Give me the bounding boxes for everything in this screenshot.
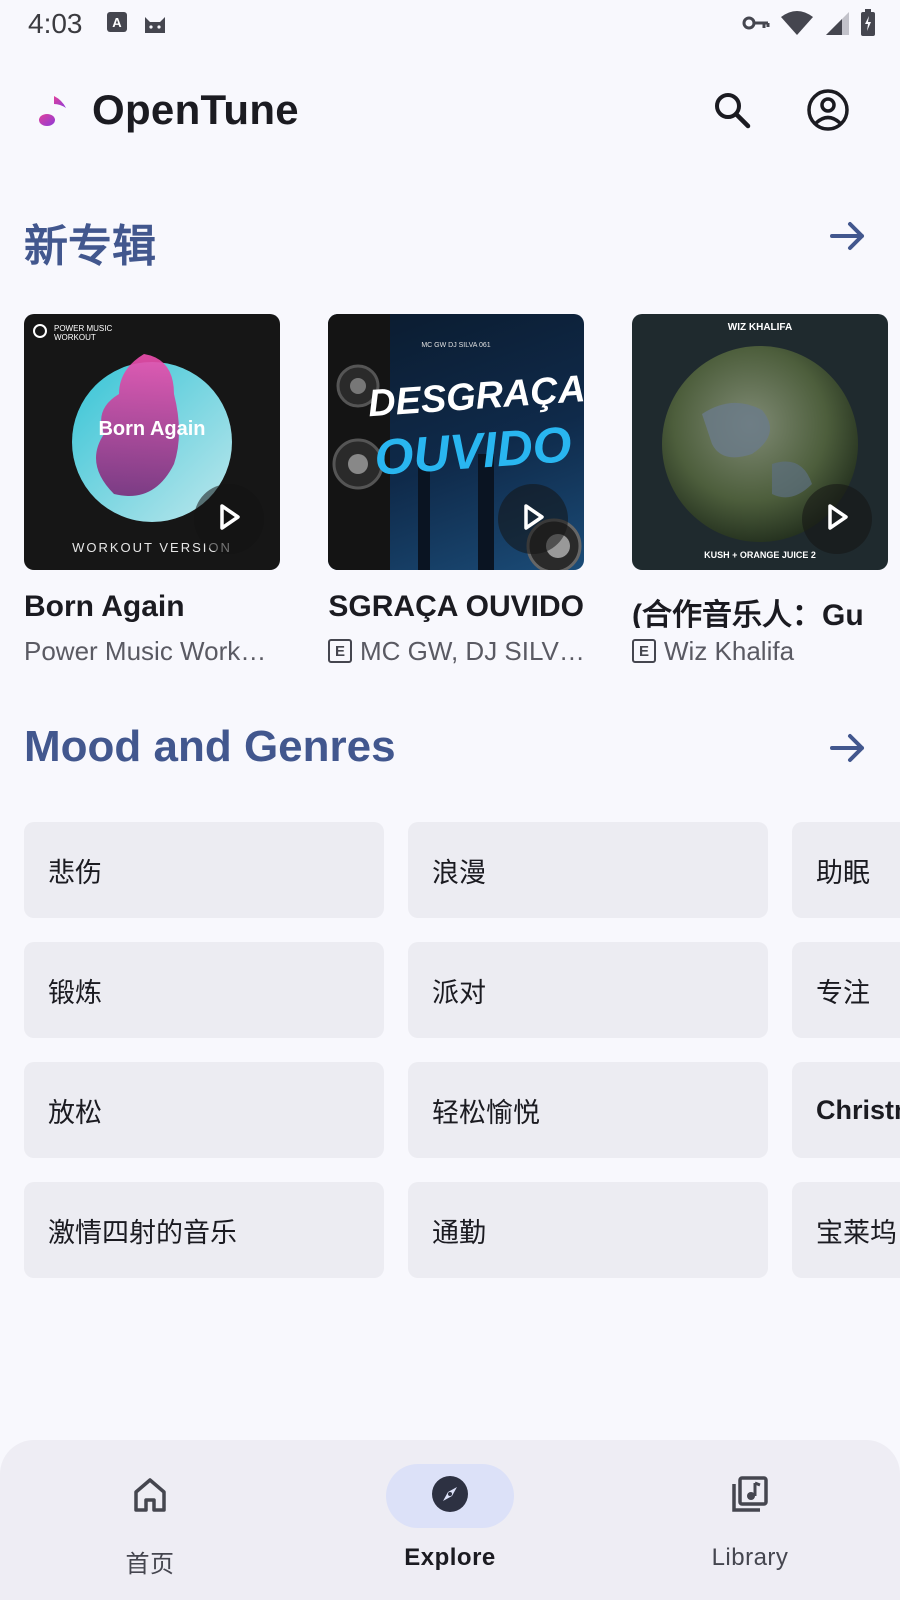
album-cover-top-text: MC GW DJ SILVA 061 (421, 342, 491, 349)
genre-label: 助眠 (816, 857, 870, 889)
album-cover[interactable]: MC GW DJ SILVA 061 DESGRAÇA OUVIDO (328, 314, 584, 570)
play-icon (518, 502, 548, 536)
album-title: (合作音乐人：Gu (632, 599, 864, 628)
genre-label: 宝莱坞 (816, 1217, 897, 1249)
genre-chip[interactable]: 专注 (792, 942, 900, 1038)
cat-notification-icon (142, 11, 168, 39)
music-note-logo (38, 92, 70, 134)
library-music-icon (730, 1474, 770, 1518)
genre-chip[interactable]: 锻炼 (24, 942, 384, 1038)
home-icon (130, 1474, 170, 1518)
explicit-badge: E (632, 639, 656, 663)
album-artist: MC GW, DJ SILV… (360, 635, 584, 666)
genre-chip[interactable]: 通勤 (408, 1182, 768, 1278)
mood-genres-header: Mood and Genres (0, 716, 900, 776)
album-artist: Power Music Work… (24, 635, 267, 666)
album-cover[interactable]: POWER MUSIC WORKOUT Born Again WORKOUT V… (24, 314, 280, 570)
font-notification-icon: A (106, 11, 128, 39)
account-icon (806, 88, 850, 136)
nav-item-explore[interactable]: Explore (300, 1440, 600, 1600)
genre-chip[interactable]: 轻松愉悦 (408, 1062, 768, 1158)
album-cover-top-text: WIZ KHALIFA (727, 322, 793, 333)
nav-pill (86, 1464, 214, 1528)
album-artist-row: E Wiz Khalifa (632, 634, 888, 668)
album-card[interactable]: POWER MUSIC WORKOUT Born Again WORKOUT V… (24, 314, 280, 668)
genre-chip[interactable]: Christmas (792, 1062, 900, 1158)
status-time: 4:03 (28, 8, 83, 39)
genre-chip[interactable]: 派对 (408, 942, 768, 1038)
search-icon (712, 90, 752, 134)
play-button[interactable] (498, 484, 568, 554)
album-card[interactable]: MC GW DJ SILVA 061 DESGRAÇA OUVIDO DESGR… (328, 314, 584, 668)
genre-label: 锻炼 (48, 977, 102, 1009)
app-header: OpenTune (0, 70, 900, 154)
wifi-icon (780, 10, 814, 40)
genre-label: 专注 (816, 977, 870, 1009)
battery-icon (860, 9, 876, 41)
genre-chip[interactable]: 激情四射的音乐 (24, 1182, 384, 1278)
search-button[interactable] (708, 88, 756, 136)
genre-label: 放松 (48, 1097, 102, 1129)
genre-chip[interactable]: 放松 (24, 1062, 384, 1158)
album-card[interactable]: WIZ KHALIFA KUSH + ORANGE JUICE 2 (合作音乐人… (632, 314, 888, 668)
genre-label: 通勤 (432, 1217, 486, 1249)
mood-genres-grid[interactable]: 悲伤 浪漫 助眠 锻炼 派对 专注 放松 轻松愉悦 Christmas 激情四射… (0, 822, 900, 1282)
nav-label: 首页 (125, 1551, 175, 1578)
album-title: DESGRAÇA OUVIDO (328, 590, 584, 628)
nav-item-library[interactable]: Library (600, 1440, 900, 1600)
account-button[interactable] (804, 88, 852, 136)
app-title: OpenTune (92, 86, 299, 133)
genre-label: 轻松愉悦 (432, 1097, 540, 1129)
genre-chip[interactable]: 宝莱坞 (792, 1182, 900, 1278)
album-title-text: DESGRAÇA OUVIDO (328, 590, 584, 623)
new-albums-header: 新专辑 (0, 204, 900, 271)
genre-label: 激情四射的音乐 (48, 1217, 237, 1249)
mood-genres-more-button[interactable] (826, 726, 870, 770)
album-cover[interactable]: WIZ KHALIFA KUSH + ORANGE JUICE 2 (632, 314, 888, 570)
nav-label: Explore (404, 1544, 496, 1571)
genre-label: 悲伤 (48, 857, 102, 889)
album-cover-title: Born Again (98, 418, 206, 440)
vpn-key-icon (742, 12, 770, 38)
play-icon (214, 502, 244, 536)
nav-label: Library (711, 1544, 789, 1571)
explicit-badge: E (328, 639, 352, 663)
status-bar: 4:03 A (0, 0, 900, 50)
genre-chip[interactable]: 助眠 (792, 822, 900, 918)
nav-item-home[interactable]: 首页 (0, 1440, 300, 1600)
play-button[interactable] (802, 484, 872, 554)
svg-text:A: A (112, 15, 122, 30)
play-icon (822, 502, 852, 536)
mood-genres-title: Mood and Genres (24, 722, 396, 771)
genre-label: 浪漫 (432, 857, 486, 889)
nav-pill-active (386, 1464, 514, 1528)
genre-label: Christmas (816, 1094, 900, 1125)
new-albums-title: 新专辑 (24, 222, 156, 271)
new-albums-carousel[interactable]: POWER MUSIC WORKOUT Born Again WORKOUT V… (0, 314, 900, 674)
album-title: Born Again (24, 590, 185, 623)
genre-label: 派对 (432, 977, 486, 1009)
album-artist: Wiz Khalifa (664, 635, 795, 666)
signal-icon (824, 10, 850, 40)
play-button[interactable] (194, 484, 264, 554)
compass-icon (430, 1474, 470, 1518)
album-cover-brand: POWER MUSIC WORKOUT (54, 324, 113, 342)
genre-chip[interactable]: 浪漫 (408, 822, 768, 918)
album-artist-row: Power Music Work… (24, 634, 280, 668)
genre-chip[interactable]: 悲伤 (24, 822, 384, 918)
nav-pill (686, 1464, 814, 1528)
album-artist-row: E MC GW, DJ SILV… (328, 634, 584, 668)
bottom-navigation: 首页 Explore Library (0, 1440, 900, 1600)
new-albums-more-button[interactable] (826, 214, 870, 258)
